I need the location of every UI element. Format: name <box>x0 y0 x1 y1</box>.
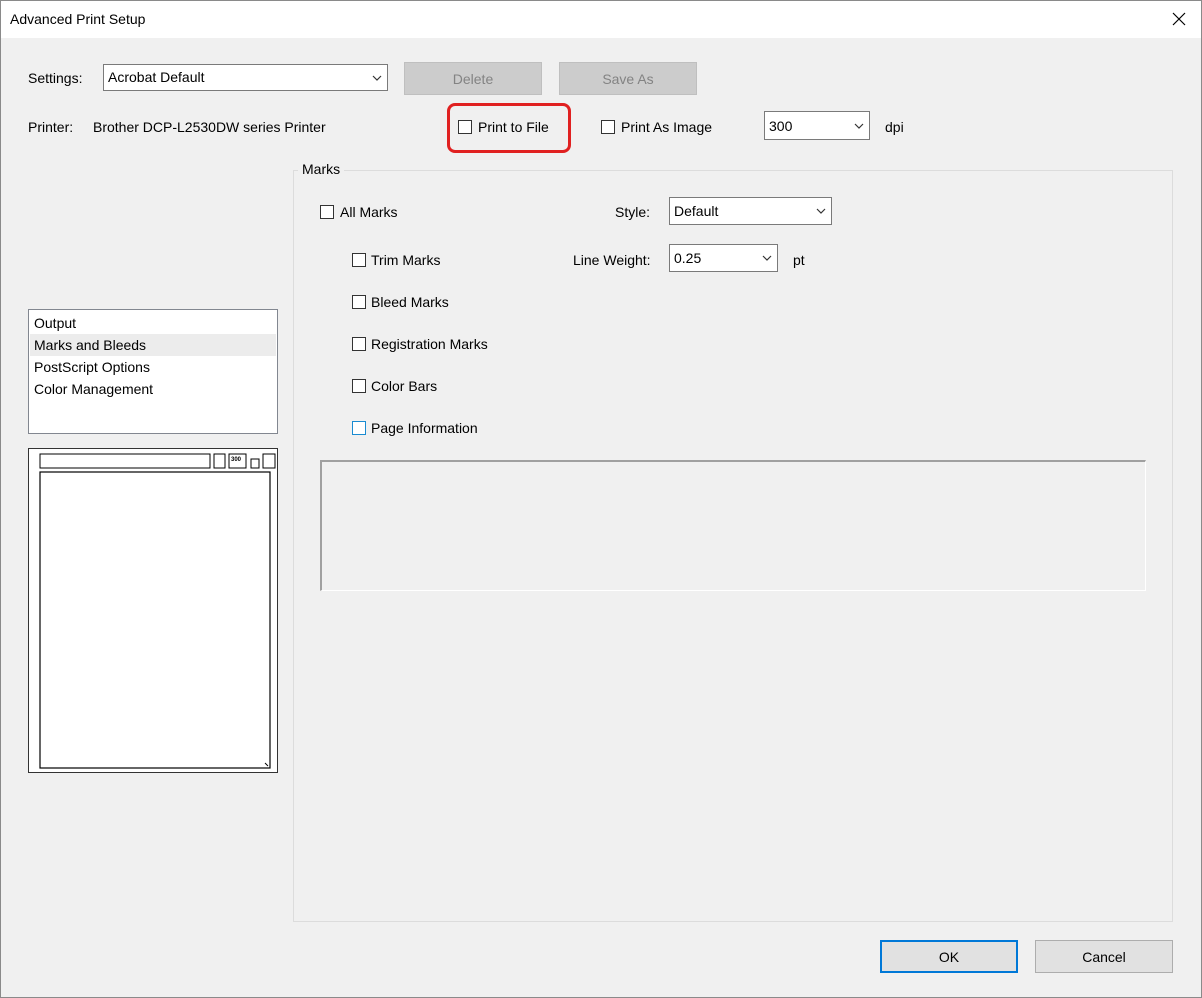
trim-marks-label[interactable]: Trim Marks <box>371 252 440 268</box>
title-bar: Advanced Print Setup <box>0 0 1202 38</box>
dpi-unit: dpi <box>885 119 904 135</box>
list-item-output[interactable]: Output <box>30 312 276 334</box>
list-item-color-management[interactable]: Color Management <box>30 378 276 400</box>
page-preview-graphic <box>39 453 276 769</box>
line-weight-dropdown[interactable]: 0.25 <box>669 244 778 272</box>
chevron-down-icon <box>811 198 831 224</box>
style-dropdown[interactable]: Default <box>669 197 832 225</box>
close-button[interactable] <box>1156 0 1202 38</box>
page-information-label[interactable]: Page Information <box>371 420 478 436</box>
print-as-image-checkbox[interactable] <box>601 120 615 134</box>
save-as-button[interactable]: Save As <box>559 62 697 95</box>
dpi-dropdown[interactable]: 300 <box>764 111 870 140</box>
registration-marks-checkbox[interactable] <box>352 337 366 351</box>
print-to-file-highlight <box>447 103 571 153</box>
line-weight-value: 0.25 <box>674 250 702 266</box>
print-as-image-label[interactable]: Print As Image <box>621 119 712 135</box>
trim-marks-checkbox[interactable] <box>352 253 366 267</box>
ok-button[interactable]: OK <box>880 940 1018 973</box>
registration-marks-label[interactable]: Registration Marks <box>371 336 488 352</box>
marks-group-title: Marks <box>298 161 345 177</box>
close-icon <box>1172 12 1186 26</box>
chevron-down-icon <box>367 65 387 90</box>
line-weight-label: Line Weight: <box>573 252 651 268</box>
printer-name: Brother DCP-L2530DW series Printer <box>93 119 326 135</box>
dpi-value: 300 <box>769 118 793 134</box>
chevron-down-icon <box>849 112 869 139</box>
delete-button[interactable]: Delete <box>404 62 542 95</box>
preview-size-label: 300 <box>231 457 242 463</box>
line-weight-unit: pt <box>793 252 805 268</box>
window-title: Advanced Print Setup <box>10 11 146 27</box>
bleed-marks-checkbox[interactable] <box>352 295 366 309</box>
page-information-checkbox[interactable] <box>352 421 366 435</box>
style-value: Default <box>674 203 719 219</box>
color-bars-checkbox[interactable] <box>352 379 366 393</box>
description-panel <box>320 460 1146 591</box>
list-item-marks-and-bleeds[interactable]: Marks and Bleeds <box>30 334 276 356</box>
settings-dropdown[interactable]: Acrobat Default <box>103 64 388 91</box>
all-marks-checkbox[interactable] <box>320 205 334 219</box>
cancel-button[interactable]: Cancel <box>1035 940 1173 973</box>
color-bars-label[interactable]: Color Bars <box>371 378 437 394</box>
chevron-down-icon <box>757 245 777 271</box>
marks-preview: 300 <box>28 448 278 773</box>
settings-label: Settings: <box>28 70 83 86</box>
style-label: Style: <box>615 204 651 220</box>
all-marks-label[interactable]: All Marks <box>340 204 398 220</box>
category-list[interactable]: Output Marks and Bleeds PostScript Optio… <box>28 309 278 434</box>
settings-value: Acrobat Default <box>108 69 205 85</box>
printer-label: Printer: <box>28 119 74 135</box>
list-item-postscript-options[interactable]: PostScript Options <box>30 356 276 378</box>
bleed-marks-label[interactable]: Bleed Marks <box>371 294 449 310</box>
